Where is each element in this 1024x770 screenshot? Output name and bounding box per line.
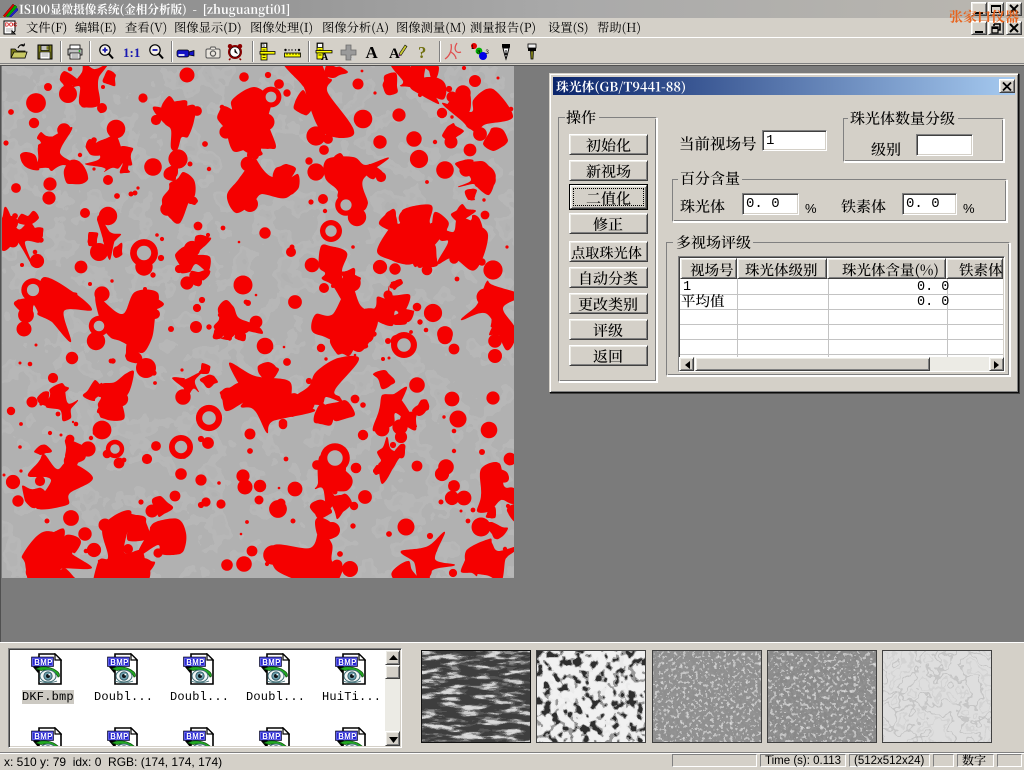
svg-text:BMP: BMP [338,658,357,667]
svg-text:?: ? [418,43,426,62]
svg-text:BMP: BMP [34,658,53,667]
svg-text:A: A [389,46,400,62]
svg-text:BMP: BMP [110,732,129,741]
svg-text:A: A [366,43,379,62]
svg-text:3: 3 [486,50,490,56]
svg-text:BMP: BMP [186,732,205,741]
svg-text:BMP: BMP [34,732,53,741]
svg-text:5: 5 [262,43,265,49]
svg-text:BMP: BMP [262,658,281,667]
svg-text:BMP: BMP [110,658,129,667]
svg-text:1:1: 1:1 [123,45,140,60]
svg-text:DOC: DOC [5,23,17,29]
svg-text:A: A [321,52,329,62]
svg-text:BMP: BMP [338,732,357,741]
svg-text:BMP: BMP [262,732,281,741]
svg-text:BMP: BMP [186,658,205,667]
